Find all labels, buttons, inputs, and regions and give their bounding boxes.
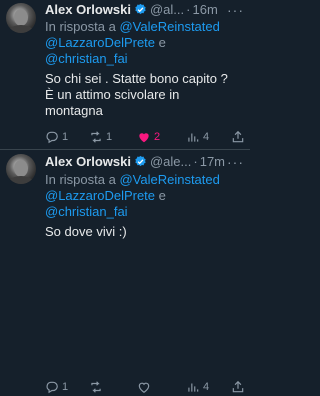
reply-count: 1 xyxy=(62,131,69,143)
reply-prefix: In risposta a xyxy=(45,19,116,34)
retweet-icon xyxy=(91,131,101,143)
tweet-2[interactable]: Alex Orlowski @ale... · 17m ··· In rispo… xyxy=(0,150,250,394)
tweet-header: Alex Orlowski @ale... · 17m xyxy=(45,153,225,169)
mention-joiner: e xyxy=(158,35,166,50)
mention-link[interactable]: @christian_fai xyxy=(45,51,128,66)
views-icon xyxy=(188,383,199,392)
retweet-button[interactable]: 1 xyxy=(89,130,112,144)
timestamp[interactable]: 16m xyxy=(192,2,217,17)
reply-icon xyxy=(46,131,58,144)
tweet-text-line: So dove vivi :) xyxy=(45,224,127,239)
share-button[interactable] xyxy=(231,130,245,144)
tweet-header: Alex Orlowski @al... · 16m xyxy=(45,1,218,17)
views-button[interactable]: 4 xyxy=(186,380,209,394)
share-icon xyxy=(232,380,244,393)
tweet-body: In risposta a @ValeReinstated @LazzaroDe… xyxy=(45,19,245,119)
like-button[interactable]: 2 xyxy=(137,130,160,144)
mention-link[interactable]: @ValeReinstated xyxy=(119,19,219,34)
tweet-text-line: So chi sei . Statte bono capito ? xyxy=(45,71,228,86)
separator: · xyxy=(186,1,191,17)
reply-prefix: In risposta a xyxy=(45,172,116,187)
views-icon xyxy=(188,133,199,142)
retweet-count: 1 xyxy=(106,131,113,143)
like-button[interactable] xyxy=(137,380,154,394)
mention-link[interactable]: @christian_fai xyxy=(45,204,128,219)
verified-badge-icon xyxy=(135,3,146,14)
reply-button[interactable]: 1 xyxy=(45,130,68,144)
like-count: 2 xyxy=(154,131,161,143)
views-button[interactable]: 4 xyxy=(186,130,209,144)
action-bar: 1 4 xyxy=(45,380,245,396)
share-button[interactable] xyxy=(231,380,245,394)
tweet-text-line: È un attimo scivolare in xyxy=(45,87,180,102)
retweet-button[interactable] xyxy=(89,380,106,394)
tweet-text-line: montagna xyxy=(45,103,103,118)
more-icon[interactable]: ··· xyxy=(227,2,244,18)
reply-icon xyxy=(46,381,58,394)
author-name[interactable]: Alex Orlowski xyxy=(45,154,131,169)
share-icon xyxy=(232,130,244,143)
avatar[interactable] xyxy=(6,3,36,33)
tweet-text: So dove vivi :) xyxy=(45,224,245,240)
mention-joiner: e xyxy=(158,188,166,203)
timestamp[interactable]: 17m xyxy=(200,154,225,169)
mention-link[interactable]: @LazzaroDelPrete xyxy=(45,35,155,50)
reply-count: 1 xyxy=(62,381,69,393)
tweet-text: So chi sei . Statte bono capito ? È un a… xyxy=(45,71,245,119)
more-icon[interactable]: ··· xyxy=(227,154,244,170)
tweet-body: In risposta a @ValeReinstated @LazzaroDe… xyxy=(45,172,245,240)
verified-badge-icon xyxy=(135,155,146,166)
views-count: 4 xyxy=(203,381,210,393)
mention-link[interactable]: @ValeReinstated xyxy=(119,172,219,187)
author-handle[interactable]: @al... xyxy=(150,2,184,17)
tweet-1[interactable]: Alex Orlowski @al... · 16m ··· In rispos… xyxy=(0,0,250,150)
mention-link[interactable]: @LazzaroDelPrete xyxy=(45,188,155,203)
separator: · xyxy=(193,153,198,169)
author-name[interactable]: Alex Orlowski xyxy=(45,2,131,17)
author-handle[interactable]: @ale... xyxy=(150,154,191,169)
avatar[interactable] xyxy=(6,154,36,184)
retweet-icon xyxy=(91,381,101,393)
like-icon xyxy=(139,133,149,143)
reply-button[interactable]: 1 xyxy=(45,380,68,394)
like-icon xyxy=(138,382,150,393)
action-bar: 1 1 2 4 xyxy=(45,130,245,146)
views-count: 4 xyxy=(203,131,210,143)
